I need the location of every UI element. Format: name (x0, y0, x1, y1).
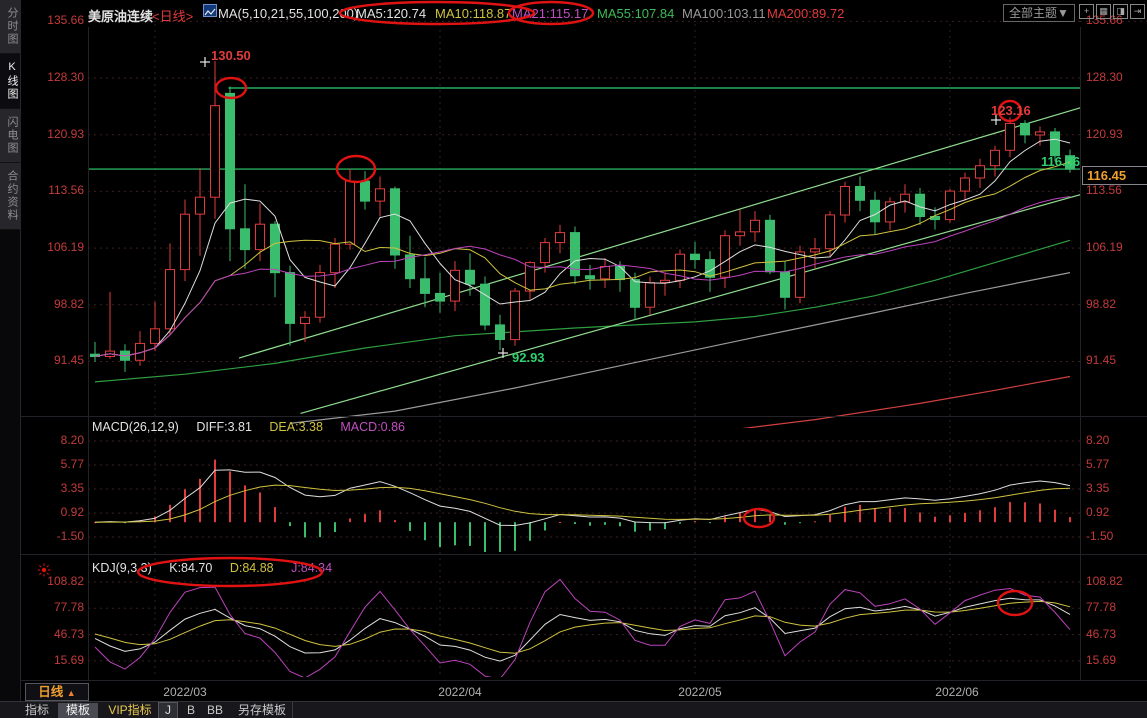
kdj-k-value: K:84.70 (169, 561, 212, 575)
price-axis-label-left: 128.30 (24, 70, 84, 84)
macd-axis-label-left: 8.20 (24, 433, 84, 447)
macd-title: MACD(26,12,9) (92, 420, 179, 434)
sidebar-item-kline-chart[interactable]: K线图 (0, 54, 20, 109)
chart-application-window: 135.66135.66128.30128.30120.93120.93113.… (0, 0, 1147, 718)
crosshair-icon[interactable]: + (1079, 4, 1094, 19)
ma55-value: MA55:107.84 (597, 6, 674, 21)
price-axis-label-left: 91.45 (24, 353, 84, 367)
kdj-axis-label-right: 46.73 (1086, 627, 1116, 641)
price-axis-label-right: 120.93 (1086, 127, 1123, 141)
chart-right-border (1080, 27, 1081, 680)
macd-diff-value: DIFF:3.81 (196, 420, 252, 434)
price-axis-label-right: 113.56 (1086, 183, 1122, 197)
price-axis-label-right: 106.19 (1086, 240, 1123, 254)
macd-axis-label-right: -1.50 (1086, 529, 1113, 543)
symbol-name: 美原油连续 (88, 6, 153, 25)
grid-pane-icon[interactable]: ▦ (1096, 4, 1111, 19)
sidebar-item-time-chart[interactable]: 分时图 (0, 0, 20, 54)
kdj-axis-label-right: 108.82 (1086, 574, 1123, 588)
x-axis-date: 2022/03 (145, 685, 225, 699)
x-axis-date: 2022/05 (660, 685, 740, 699)
tab-b[interactable]: B (183, 703, 199, 718)
kdj-axis-label-left: 77.78 (24, 600, 84, 614)
axis-labels-layer: 135.66135.66128.30128.30120.93120.93113.… (0, 0, 1147, 718)
price-axis-label-left: 106.19 (24, 240, 84, 254)
kdj-axis-label-left: 46.73 (24, 627, 84, 641)
macd-axis-label-left: 3.35 (24, 481, 84, 495)
current-price-badge: 116.45 (1082, 166, 1147, 185)
tab-vip-indicator[interactable]: VIP指标 (104, 703, 156, 718)
ma-params-label: MA(5,10,21,55,100,200) (218, 6, 358, 21)
tab-j[interactable]: J (158, 702, 178, 718)
kdj-d-value: D:84.88 (230, 561, 274, 575)
tab-bb[interactable]: BB (203, 703, 227, 718)
exit-pane-icon[interactable]: ⇥ (1130, 4, 1145, 19)
all-themes-button[interactable]: 全部主题▼ (1003, 4, 1075, 22)
ma200-value: MA200:89.72 (767, 6, 844, 21)
macd-value: MACD:0.86 (340, 420, 405, 434)
price-axis-label-right: 128.30 (1086, 70, 1123, 84)
tab-indicator[interactable]: 指标 (22, 703, 52, 718)
x-axis-date: 2022/06 (917, 685, 997, 699)
sidebar-item-contract-info[interactable]: 合约资料 (0, 163, 20, 230)
kdj-panel-label: KDJ(9,3,3) K:84.70 D:84.88 J:84.34 (92, 561, 346, 575)
period-selector[interactable]: 日线 ▲ (25, 683, 89, 701)
macd-axis-label-left: 5.77 (24, 457, 84, 471)
split-pane-icon[interactable]: ◨ (1113, 4, 1128, 19)
ma10-value: MA10:118.87 (435, 6, 511, 21)
tab-divider (292, 702, 293, 718)
x-axis-date: 2022/04 (420, 685, 500, 699)
price-axis-label-left: 120.93 (24, 127, 84, 141)
ma100-value: MA100:103.11 (682, 6, 766, 21)
kdj-title: KDJ(9,3,3) (92, 561, 152, 575)
kdj-axis-label-right: 15.69 (1086, 653, 1116, 667)
macd-dea-value: DEA:3.38 (269, 420, 323, 434)
kdj-axis-label-left: 108.82 (24, 574, 84, 588)
triangle-up-icon: ▲ (67, 688, 76, 698)
macd-axis-label-left: -1.50 (24, 529, 84, 543)
price-axis-label-right: 98.82 (1086, 297, 1116, 311)
macd-axis-label-right: 0.92 (1086, 505, 1109, 519)
chart-header-bar: 美原油连续 <日线> MA(5,10,21,55,100,200) MA5:12… (0, 0, 1147, 27)
macd-axis-label-right: 5.77 (1086, 457, 1109, 471)
bottom-tab-bar: 指标 模板 VIP指标 J B BB 另存模板 (0, 701, 1147, 718)
left-sidebar: 分时图 K线图 闪电图 合约资料 (0, 0, 21, 718)
ma5-value: MA5:120.74 (356, 6, 426, 21)
price-axis-label-right: 91.45 (1086, 353, 1116, 367)
price-axis-label-left: 113.56 (24, 183, 84, 197)
sidebar-item-lightning-chart[interactable]: 闪电图 (0, 109, 20, 163)
kdj-j-value: J:84.34 (291, 561, 332, 575)
period-label: 日线 (38, 685, 63, 699)
kdj-axis-label-left: 15.69 (24, 653, 84, 667)
kdj-axis-label-right: 77.78 (1086, 600, 1116, 614)
period-tag[interactable]: <日线> (152, 6, 193, 25)
panel-separator (0, 554, 1147, 555)
macd-axis-label-right: 8.20 (1086, 433, 1109, 447)
price-axis-label-left: 98.82 (24, 297, 84, 311)
panel-separator (0, 416, 1147, 417)
macd-panel-label: MACD(26,12,9) DIFF:3.81 DEA:3.38 MACD:0.… (92, 420, 419, 434)
ma21-value: MA21:115.17 (512, 6, 588, 21)
tab-save-template[interactable]: 另存模板 (234, 703, 290, 718)
macd-axis-label-right: 3.35 (1086, 481, 1109, 495)
line-chart-icon (203, 4, 217, 17)
macd-axis-label-left: 0.92 (24, 505, 84, 519)
panel-separator (0, 680, 1147, 681)
chart-left-border (88, 27, 89, 680)
tab-template[interactable]: 模板 (58, 703, 98, 718)
